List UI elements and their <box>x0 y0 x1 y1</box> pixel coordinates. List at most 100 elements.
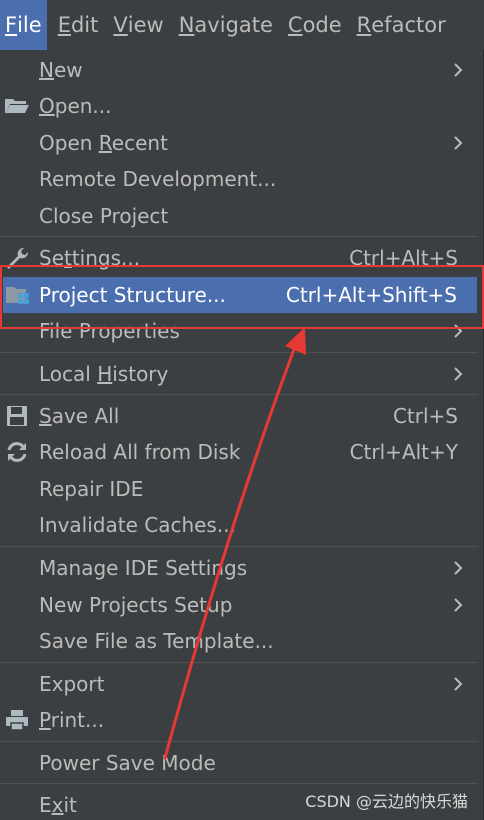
menu-item-open-recent-label: Open Recent <box>39 131 168 155</box>
menu-item-open-recent[interactable]: Open Recent <box>0 125 478 161</box>
accel-p: P <box>39 708 51 732</box>
menu-item-export-label: Export <box>39 672 105 696</box>
label-pre: Local <box>39 362 98 386</box>
chevron-right-icon <box>454 677 463 691</box>
menu-item-settings[interactable]: Settings... Ctrl+Alt+S <box>0 240 478 276</box>
wrench-icon <box>4 246 30 270</box>
menu-item-open[interactable]: Open... <box>0 88 478 124</box>
menu-navigate[interactable]: Navigate <box>174 0 278 50</box>
menu-edit[interactable]: Edit <box>53 0 104 50</box>
reload-all-shortcut: Ctrl+Alt+Y <box>349 440 458 464</box>
file-menu-dropdown: New Open... Open Recent Remote Developme… <box>0 50 484 820</box>
menu-item-project-structure[interactable]: Project Structure... Ctrl+Alt+Shift+S <box>3 277 477 313</box>
menu-item-export[interactable]: Export <box>0 666 478 702</box>
menu-item-save-all[interactable]: Save All Ctrl+S <box>0 398 478 434</box>
menu-item-print[interactable]: Print... <box>0 702 478 738</box>
menu-item-manage-ide-settings[interactable]: Manage IDE Settings <box>0 550 478 586</box>
menu-item-power-save-mode[interactable]: Power Save Mode <box>0 745 478 781</box>
label-rest: istory <box>112 362 169 386</box>
menu-separator <box>0 546 478 547</box>
menu-edit-accel: E <box>57 13 71 37</box>
menu-item-local-history[interactable]: Local History <box>0 356 478 392</box>
menu-item-invalidate-caches[interactable]: Invalidate Caches... <box>0 507 478 543</box>
label-rest: it <box>63 793 77 817</box>
menu-view-rest: iew <box>127 13 164 37</box>
menu-item-close-project-label: Close Project <box>39 204 169 228</box>
save-all-shortcut: Ctrl+S <box>392 404 458 428</box>
label-rest: ew <box>53 58 83 82</box>
label-rest: ave All <box>51 404 120 428</box>
menu-item-invalidate-caches-label: Invalidate Caches... <box>39 513 236 537</box>
menu-file-rest: ile <box>17 13 42 37</box>
menu-item-new[interactable]: New <box>0 52 478 88</box>
menu-item-new-projects-setup-label: New Projects Setup <box>39 593 233 617</box>
label-pre: Se <box>39 246 64 270</box>
ide-window: File Edit View Navigate Code Refactor Ne… <box>0 0 484 820</box>
refresh-icon <box>4 440 30 464</box>
menu-item-repair-ide[interactable]: Repair IDE <box>0 471 478 507</box>
menu-file-accel: F <box>5 13 18 37</box>
menu-code-accel: C <box>287 13 303 37</box>
label-pre: E <box>39 793 52 817</box>
folder-open-icon <box>4 94 30 118</box>
menu-separator <box>0 662 478 663</box>
menu-item-file-properties[interactable]: File Properties <box>0 313 478 349</box>
settings-shortcut: Ctrl+Alt+S <box>349 246 458 270</box>
menu-bar: File Edit View Navigate Code Refactor <box>0 0 484 50</box>
menu-item-remote-development[interactable]: Remote Development... <box>0 161 478 197</box>
accel-x: x <box>51 793 64 817</box>
menu-item-reload-all[interactable]: Reload All from Disk Ctrl+Alt+Y <box>0 434 478 470</box>
menu-code-rest: ode <box>302 13 342 37</box>
menu-separator <box>0 741 478 742</box>
project-structure-icon <box>5 283 31 307</box>
label-rest: pen... <box>54 94 112 118</box>
label-pre: Open <box>39 131 99 155</box>
menu-file[interactable]: File <box>0 0 47 50</box>
menu-separator <box>0 783 478 784</box>
menu-item-open-label: Open... <box>39 94 112 118</box>
accel-n: N <box>39 58 54 82</box>
menu-item-save-file-as-template[interactable]: Save File as Template... <box>0 623 478 659</box>
menu-item-save-file-as-template-label: Save File as Template... <box>39 629 274 653</box>
menu-refactor-accel: R <box>356 13 372 37</box>
accel-t: t <box>64 246 72 270</box>
accel-o: O <box>39 94 55 118</box>
menu-edit-rest: dit <box>70 13 99 37</box>
watermark-text: CSDN @云边的快乐猫 <box>305 792 468 811</box>
floppy-disk-icon <box>4 404 30 428</box>
menu-item-local-history-label: Local History <box>39 362 168 386</box>
menu-item-manage-ide-settings-label: Manage IDE Settings <box>39 556 248 580</box>
accel-s: S <box>39 404 52 428</box>
menu-item-new-projects-setup[interactable]: New Projects Setup <box>0 587 478 623</box>
chevron-right-icon <box>454 63 463 77</box>
menu-item-save-all-label: Save All <box>39 404 119 428</box>
menu-separator <box>0 394 478 395</box>
menu-item-close-project[interactable]: Close Project <box>0 198 478 234</box>
menu-separator <box>0 352 478 353</box>
menu-separator <box>0 236 478 237</box>
accel-h: H <box>97 362 113 386</box>
menu-item-remote-development-label: Remote Development... <box>39 167 277 191</box>
accel-r: R <box>98 131 112 155</box>
menu-item-new-label: New <box>39 58 83 82</box>
printer-icon <box>4 708 30 732</box>
chevron-right-icon <box>454 136 463 150</box>
menu-item-print-label: Print... <box>39 708 104 732</box>
menu-view[interactable]: View <box>108 0 168 50</box>
menu-item-exit-label: Exit <box>39 793 77 817</box>
menu-item-power-save-mode-label: Power Save Mode <box>39 751 216 775</box>
menu-view-accel: V <box>113 13 128 37</box>
menu-refactor-rest: efactor <box>371 13 446 37</box>
menu-code[interactable]: Code <box>283 0 347 50</box>
chevron-right-icon <box>454 324 463 338</box>
menu-item-repair-ide-label: Repair IDE <box>39 477 144 501</box>
menu-item-reload-all-label: Reload All from Disk <box>39 440 241 464</box>
menu-item-file-properties-label: File Properties <box>39 319 180 343</box>
chevron-right-icon <box>454 561 463 575</box>
menu-navigate-accel: N <box>178 13 195 37</box>
menu-refactor[interactable]: Refactor <box>352 0 451 50</box>
menu-navigate-rest: avigate <box>194 13 273 37</box>
label-rest: tings... <box>71 246 141 270</box>
chevron-right-icon <box>454 598 463 612</box>
label-rest: ecent <box>111 131 168 155</box>
